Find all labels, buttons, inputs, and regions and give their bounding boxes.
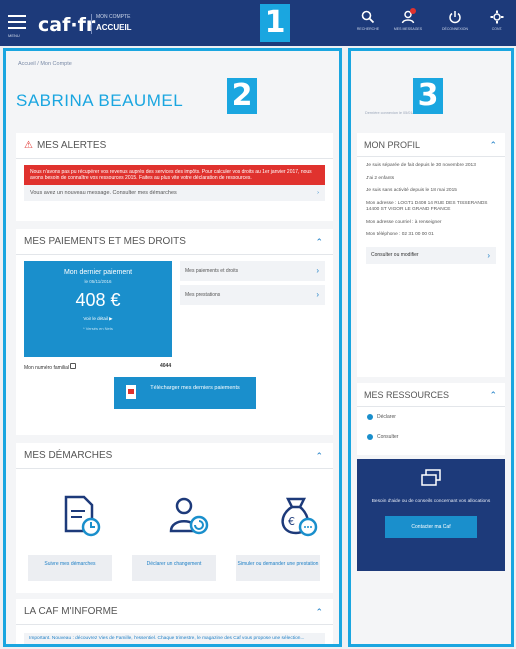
caf-informs-title: LA CAF M'INFORME: [24, 606, 118, 617]
profile-situation: Je suis séparée de fait depuis le 30 nov…: [366, 163, 476, 168]
chevron-right-icon: ›: [317, 190, 319, 196]
search-icon: [361, 10, 375, 24]
messages-button[interactable]: MES MESSAGES: [390, 8, 426, 42]
last-payment-amount: 408 €: [75, 290, 121, 310]
settings-label: CONT.: [491, 27, 503, 31]
main-content-panel: Accueil / Mon Compte SABRINA BEAUMEL ⚠ ME…: [3, 48, 342, 647]
alerts-card: ⚠ MES ALERTES Nous n'avons pas pu récupér…: [16, 133, 333, 221]
account-label: MON COMPTE: [96, 14, 131, 20]
callout-badge-1: 1: [260, 4, 290, 42]
download-label: Télécharger mes derniers paiements: [150, 385, 240, 391]
chevron-right-icon: ›: [316, 266, 319, 275]
chevron-up-icon: ⌃: [489, 390, 497, 400]
payment-note: * Versés en Nets: [83, 326, 113, 331]
info-icon[interactable]: [70, 363, 77, 369]
contact-caf-button[interactable]: Contacter ma Caf: [385, 515, 477, 538]
breadcrumb[interactable]: Accueil / Mon Compte: [18, 61, 72, 67]
account-home-link[interactable]: ACCUEIL: [96, 23, 132, 32]
bullet-icon: [367, 433, 373, 440]
chevron-up-icon: ⌃: [315, 607, 323, 617]
search-button[interactable]: RECHERCHE: [350, 10, 386, 42]
user-name: SABRINA BEAUMEL: [16, 91, 184, 110]
last-payment-date: le 05/11/2016: [84, 279, 112, 284]
payments-card: MES PAIEMENTS ET MES DROITS ⌃ Mon dernie…: [16, 229, 333, 435]
declare-change-button[interactable]: Déclarer un changement: [132, 555, 216, 581]
last-payment-tile[interactable]: Mon dernier paiement le 05/11/2016 408 €…: [24, 261, 172, 357]
new-message-row[interactable]: Vous avez un nouveau message. Consulter …: [24, 185, 325, 201]
settings-button[interactable]: CONT.: [480, 10, 514, 42]
help-panel: Besoin d'aide ou de conseils concernant …: [357, 459, 505, 571]
callout-badge-2: 2: [227, 78, 257, 114]
download-payments-button[interactable]: Télécharger mes derniers paiements: [114, 377, 256, 409]
logout-button[interactable]: DÉCONNEXION: [437, 10, 473, 42]
svg-text:€: €: [288, 515, 295, 528]
payments-rights-link[interactable]: Mes paiements et droits ›: [180, 261, 325, 281]
settings-icon: [490, 10, 504, 24]
declare-resources-link[interactable]: Déclarer: [357, 407, 505, 427]
alerts-title: MES ALERTES: [36, 140, 107, 151]
track-procedures-button[interactable]: Suivre mes démarches: [28, 555, 112, 581]
family-number-label: Mon numéro familial: [24, 365, 70, 371]
logout-label: DÉCONNEXION: [441, 27, 469, 31]
chevron-right-icon: ›: [316, 290, 319, 299]
family-number-row: Mon numéro familial 4044: [24, 363, 184, 371]
profile-address: Mon adresse : LOGT1 D408 14 RUE DES TISS…: [366, 200, 488, 213]
search-label: RECHERCHE: [356, 27, 380, 31]
user-change-icon: [169, 497, 209, 535]
profile-card: MON PROFIL ⌃ Je suis séparée de fait dep…: [357, 133, 505, 377]
profile-children: J'ai 2 enfants: [366, 175, 395, 181]
benefits-link[interactable]: Mes prestations ›: [180, 285, 325, 305]
resources-header[interactable]: MES RESSOURCES ⌃: [357, 383, 505, 407]
resources-title: MES RESSOURCES: [364, 390, 450, 400]
menu-label: MENU: [8, 33, 20, 38]
profile-phone: Mon téléphone : 02 31 00 00 01: [366, 232, 434, 237]
chevron-up-icon: ⌃: [489, 140, 497, 150]
warning-icon: ⚠: [24, 140, 33, 151]
chat-icon: [421, 469, 441, 486]
messages-label: MES MESSAGES: [393, 27, 423, 31]
sidebar-panel: Dernière connexion le 05/01/2017 à 11:58…: [348, 48, 514, 647]
payments-title: MES PAIEMENTS ET MES DROITS: [24, 236, 186, 247]
profile-header[interactable]: MON PROFIL ⌃: [357, 133, 505, 157]
power-icon: [449, 11, 461, 24]
chevron-right-icon: ›: [487, 250, 490, 260]
bullet-icon: [367, 413, 373, 420]
resources-card: MES RESSOURCES ⌃ Déclarer Consulter: [357, 383, 505, 455]
new-message-text: Vous avez un nouveau message. Consulter …: [30, 190, 177, 196]
notification-dot: [410, 8, 416, 14]
profile-title: MON PROFIL: [364, 140, 421, 150]
logo-divider: [91, 14, 92, 34]
document-clock-icon: [64, 495, 101, 537]
view-resources-link[interactable]: Consulter: [357, 427, 505, 447]
caf-informs-header[interactable]: LA CAF M'INFORME ⌃: [16, 599, 333, 625]
payment-detail-link[interactable]: Voir le détail ▶: [24, 316, 172, 322]
payment-links: Mes paiements et droits › Mes prestations…: [180, 261, 325, 309]
edit-profile-button[interactable]: Consulter ou modifier ›: [366, 246, 496, 264]
money-bag-icon: €: [281, 497, 318, 537]
profile-email: Mon adresse courriel : à renseigner: [366, 219, 442, 225]
info-news-link[interactable]: Important. Nouveau : découvrez Vies de F…: [24, 633, 325, 644]
callout-badge-3: 3: [413, 78, 443, 114]
family-number-value: 4044: [160, 363, 172, 369]
alerts-header: ⚠ MES ALERTES: [16, 133, 333, 159]
menu-button[interactable]: MENU: [4, 9, 34, 39]
top-navigation-bar: MENU caf·fr MON COMPTE ACCUEIL RECHERCHE…: [0, 0, 516, 46]
procedures-title: MES DÉMARCHES: [24, 450, 113, 461]
resources-alert[interactable]: Nous n'avons pas pu récupérer vos revenu…: [24, 165, 325, 185]
procedures-card: MES DÉMARCHES ⌃ € Suivre mes démarches D…: [16, 443, 333, 593]
last-payment-title: Mon dernier paiement: [63, 269, 133, 276]
caf-logo[interactable]: caf·fr: [38, 14, 95, 36]
simulate-benefit-button[interactable]: Simuler ou demander une prestation: [236, 555, 320, 581]
profile-activity: Je suis sans activité depuis le 18 mai 2…: [366, 188, 457, 193]
hamburger-icon: [8, 15, 26, 17]
chevron-up-icon: ⌃: [315, 237, 323, 247]
procedures-header[interactable]: MES DÉMARCHES ⌃: [16, 443, 333, 469]
caf-informs-card: LA CAF M'INFORME ⌃ Important. Nouveau : …: [16, 599, 333, 644]
chevron-up-icon: ⌃: [315, 451, 323, 461]
help-text: Besoin d'aide ou de conseils concernant …: [371, 499, 491, 504]
pdf-icon: [126, 385, 136, 399]
payments-header[interactable]: MES PAIEMENTS ET MES DROITS ⌃: [16, 229, 333, 255]
